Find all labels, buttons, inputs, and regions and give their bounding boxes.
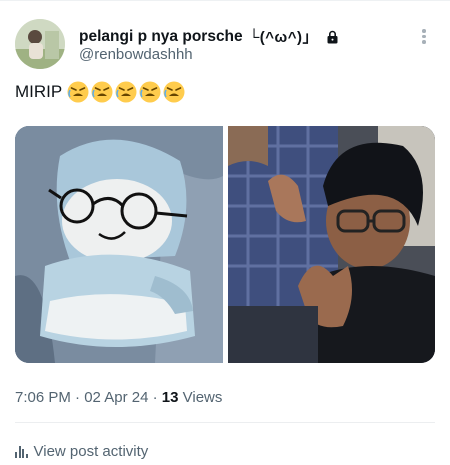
post-meta: 7:06 PM · 02 Apr 24 · 13 Views xyxy=(15,389,222,406)
post-text: MIRIP xyxy=(15,80,186,104)
angry-face-emoji-icon xyxy=(163,81,185,103)
author-name-row: pelangi p nya porsche └(^ω^)」 xyxy=(79,26,339,47)
views-count: 13 xyxy=(161,389,179,406)
post-date[interactable]: 02 Apr 24 xyxy=(84,389,148,406)
view-post-activity-link[interactable]: View post activity xyxy=(15,443,148,460)
views-label: Views xyxy=(178,389,223,406)
view-post-activity-label: View post activity xyxy=(33,443,149,460)
display-name-kaomoji: └(^ω^)」 xyxy=(248,29,318,46)
top-border xyxy=(0,0,450,1)
avatar[interactable] xyxy=(15,19,65,69)
meta-separator: · xyxy=(148,389,162,406)
divider xyxy=(15,422,435,423)
analytics-bars-icon xyxy=(15,445,28,458)
angry-face-emoji-icon xyxy=(67,81,89,103)
media-grid xyxy=(15,126,435,363)
display-name[interactable]: pelangi p nya porsche xyxy=(79,28,243,46)
user-handle[interactable]: @renbowdashhh xyxy=(79,46,193,63)
angry-face-emoji-icon xyxy=(91,81,113,103)
lock-icon xyxy=(326,30,339,44)
post-time[interactable]: 7:06 PM xyxy=(15,389,71,406)
post-text-content: MIRIP xyxy=(15,82,63,101)
angry-face-emoji-icon xyxy=(139,81,161,103)
more-options-icon[interactable] xyxy=(417,27,431,49)
emoji-group xyxy=(66,80,186,104)
meta-separator: · xyxy=(70,389,85,406)
post-image-plush-doll[interactable] xyxy=(15,126,223,363)
post-image-boy-selfie[interactable] xyxy=(228,126,435,363)
angry-face-emoji-icon xyxy=(115,81,137,103)
